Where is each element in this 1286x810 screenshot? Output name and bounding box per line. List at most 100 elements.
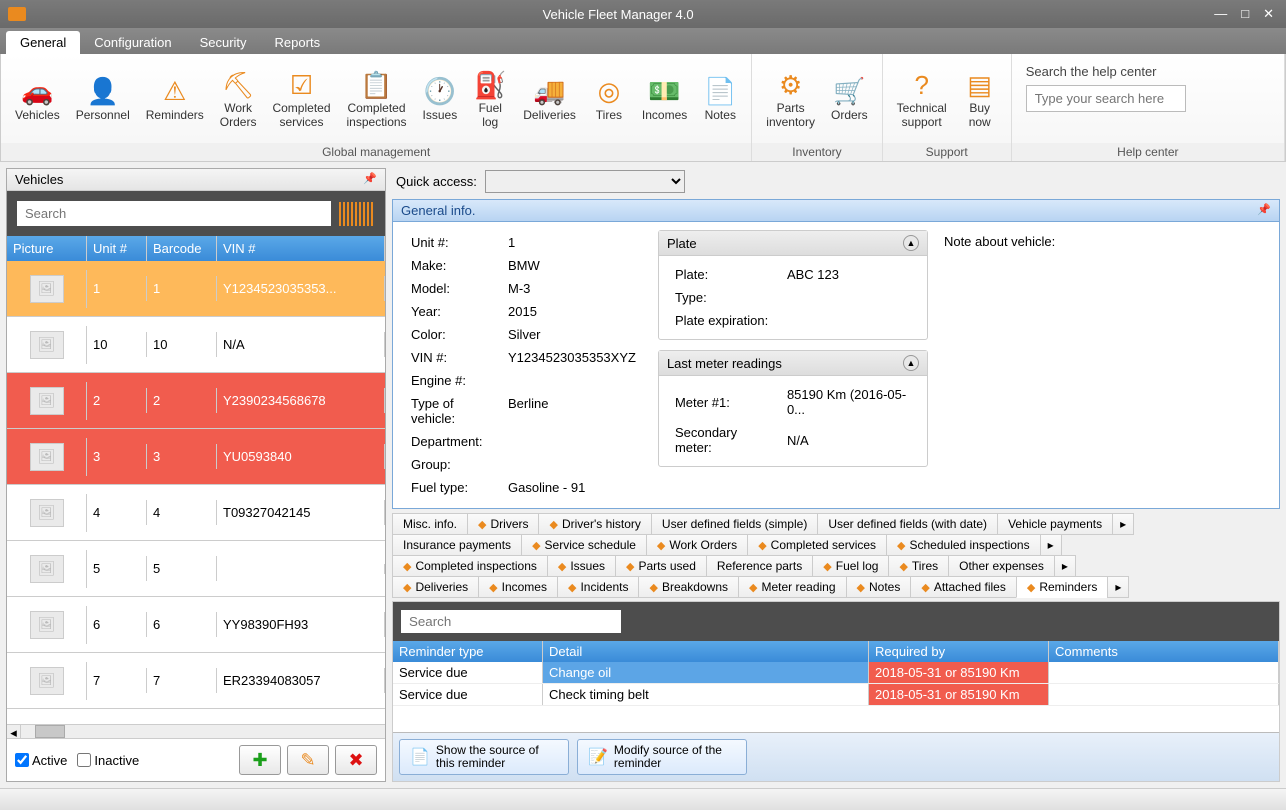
ribbon-vehicles[interactable]: 🚗Vehicles xyxy=(7,71,68,126)
detail-tab-user-defined-fields-simple-[interactable]: User defined fields (simple) xyxy=(651,513,818,535)
collapse-icon[interactable]: ▲ xyxy=(903,235,919,251)
tab-icon: ◆ xyxy=(749,581,757,594)
detail-tab-issues[interactable]: ◆Issues xyxy=(547,555,616,577)
detail-tab-service-schedule[interactable]: ◆Service schedule xyxy=(521,534,647,556)
ribbon-personnel[interactable]: 👤Personnel xyxy=(68,71,138,126)
quick-access-select[interactable] xyxy=(485,170,685,193)
detail-tab-work-orders[interactable]: ◆Work Orders xyxy=(646,534,748,556)
vehicle-fields: Unit #:1 Make:BMW Model:M-3 Year:2015 Co… xyxy=(405,230,642,500)
detail-tab-vehicle-payments[interactable]: Vehicle payments xyxy=(997,513,1113,535)
ribbon-icon: ◎ xyxy=(598,75,621,109)
vehicle-row[interactable]: 🖼66YY98390FH93 xyxy=(7,597,385,653)
detail-tab-meter-reading[interactable]: ◆Meter reading xyxy=(738,576,847,598)
tab-security[interactable]: Security xyxy=(186,31,261,54)
tab-nav[interactable]: ▸ xyxy=(1040,534,1062,556)
ribbon-icon: 🚚 xyxy=(533,75,565,109)
detail-tab-parts-used[interactable]: ◆Parts used xyxy=(615,555,707,577)
app-title: Vehicle Fleet Manager 4.0 xyxy=(34,7,1202,22)
vehicle-thumb-icon: 🖼 xyxy=(30,555,64,583)
status-bar xyxy=(0,788,1286,810)
vehicle-row[interactable]: 🖼11Y1234523035353... xyxy=(7,261,385,317)
ribbon-completed-services[interactable]: ☑Completedservices xyxy=(264,64,338,132)
ribbon-incomes[interactable]: 💵Incomes xyxy=(634,71,695,126)
pin-icon[interactable]: 📌 xyxy=(1257,203,1271,218)
detail-tab-incomes[interactable]: ◆Incomes xyxy=(478,576,558,598)
reminder-row[interactable]: Service dueCheck timing belt2018-05-31 o… xyxy=(393,684,1279,706)
collapse-icon[interactable]: ▲ xyxy=(903,355,919,371)
tab-icon: ◆ xyxy=(649,581,657,594)
detail-tab-misc-info-[interactable]: Misc. info. xyxy=(392,513,468,535)
ribbon-tires[interactable]: ◎Tires xyxy=(584,71,634,126)
detail-tab-user-defined-fields-with-date-[interactable]: User defined fields (with date) xyxy=(817,513,998,535)
ribbon-icon: ⛽ xyxy=(474,68,506,102)
detail-tab-completed-services[interactable]: ◆Completed services xyxy=(747,534,887,556)
detail-tab-driver-s-history[interactable]: ◆Driver's history xyxy=(538,513,651,535)
vehicles-panel: Vehicles 📌 Picture Unit # Barcode VIN # … xyxy=(6,168,386,782)
ribbon-deliveries[interactable]: 🚚Deliveries xyxy=(515,71,584,126)
vehicle-row[interactable]: 🖼1010N/A xyxy=(7,317,385,373)
ribbon-orders[interactable]: 🛒Orders xyxy=(823,71,876,126)
detail-tab-incidents[interactable]: ◆Incidents xyxy=(557,576,640,598)
vehicle-row[interactable]: 🖼77ER23394083057 xyxy=(7,653,385,709)
detail-tab-tires[interactable]: ◆Tires xyxy=(888,555,949,577)
tab-general[interactable]: General xyxy=(6,31,80,54)
detail-tab-insurance-payments[interactable]: Insurance payments xyxy=(392,534,522,556)
vehicle-row[interactable]: 🖼44T09327042145 xyxy=(7,485,385,541)
vehicle-row[interactable]: 🖼22Y2390234568678 xyxy=(7,373,385,429)
reminders-search-input[interactable] xyxy=(401,610,621,633)
ribbon-icon: 🕐 xyxy=(424,75,456,109)
vehicles-hscroll[interactable]: ◂ xyxy=(7,724,385,738)
tab-icon: ◆ xyxy=(899,560,907,573)
detail-tab-reference-parts[interactable]: Reference parts xyxy=(706,555,813,577)
tab-reports[interactable]: Reports xyxy=(261,31,335,54)
ribbon-technical-support[interactable]: ?Technicalsupport xyxy=(889,64,955,132)
add-button[interactable]: ✚ xyxy=(239,745,281,775)
help-search-input[interactable] xyxy=(1026,85,1186,112)
ribbon-completed-inspections[interactable]: 📋Completedinspections xyxy=(339,64,415,132)
tab-nav[interactable]: ▸ xyxy=(1112,513,1134,535)
detail-tab-other-expenses[interactable]: Other expenses xyxy=(948,555,1055,577)
delete-button[interactable]: ✖ xyxy=(335,745,377,775)
vehicle-row[interactable]: 🖼33YU0593840 xyxy=(7,429,385,485)
ribbon-group-inventory: Inventory xyxy=(752,143,881,161)
ribbon-notes[interactable]: 📄Notes xyxy=(695,71,745,126)
tab-icon: ◆ xyxy=(921,581,929,594)
close-button[interactable]: ✕ xyxy=(1263,6,1274,22)
minimize-button[interactable]: — xyxy=(1214,6,1227,22)
active-checkbox[interactable]: Active xyxy=(15,753,67,768)
pin-icon[interactable]: 📌 xyxy=(363,172,377,187)
barcode-icon[interactable] xyxy=(339,202,375,226)
app-logo-icon xyxy=(8,7,26,21)
ribbon-work-orders[interactable]: ⛏WorkOrders xyxy=(212,64,265,132)
tab-nav[interactable]: ▸ xyxy=(1054,555,1076,577)
tab-nav[interactable]: ▸ xyxy=(1107,576,1129,598)
tab-icon: ◆ xyxy=(568,581,576,594)
vehicles-search-input[interactable] xyxy=(17,201,331,226)
inactive-checkbox[interactable]: Inactive xyxy=(77,753,139,768)
detail-tab-drivers[interactable]: ◆Drivers xyxy=(467,513,539,535)
modify-source-button[interactable]: 📝Modify source of the reminder xyxy=(577,739,747,775)
detail-tab-notes[interactable]: ◆Notes xyxy=(846,576,912,598)
ribbon-reminders[interactable]: ⚠Reminders xyxy=(138,71,212,126)
ribbon-group-support: Support xyxy=(883,143,1011,161)
show-source-button[interactable]: 📄Show the source of this reminder xyxy=(399,739,569,775)
detail-tab-reminders[interactable]: ◆Reminders xyxy=(1016,576,1109,598)
ribbon-parts-inventory[interactable]: ⚙Partsinventory xyxy=(758,64,823,132)
tab-configuration[interactable]: Configuration xyxy=(80,31,185,54)
detail-tab-deliveries[interactable]: ◆Deliveries xyxy=(392,576,479,598)
tab-icon: ◆ xyxy=(558,560,566,573)
vehicle-row[interactable]: 🖼55 xyxy=(7,541,385,597)
ribbon-buy-now[interactable]: ▤Buynow xyxy=(955,64,1005,132)
detail-tab-completed-inspections[interactable]: ◆Completed inspections xyxy=(392,555,548,577)
edit-button[interactable]: ✎ xyxy=(287,745,329,775)
general-info-header: General info. xyxy=(401,203,475,218)
detail-tab-breakdowns[interactable]: ◆Breakdowns xyxy=(638,576,739,598)
reminder-row[interactable]: Service dueChange oil2018-05-31 or 85190… xyxy=(393,662,1279,684)
ribbon-issues[interactable]: 🕐Issues xyxy=(415,71,466,126)
detail-tab-attached-files[interactable]: ◆Attached files xyxy=(910,576,1017,598)
ribbon-fuel-log[interactable]: ⛽Fuellog xyxy=(465,64,515,132)
detail-tab-scheduled-inspections[interactable]: ◆Scheduled inspections xyxy=(886,534,1041,556)
detail-tab-fuel-log[interactable]: ◆Fuel log xyxy=(812,555,889,577)
maximize-button[interactable]: □ xyxy=(1241,6,1249,22)
ribbon-icon: ⛏ xyxy=(222,68,255,102)
